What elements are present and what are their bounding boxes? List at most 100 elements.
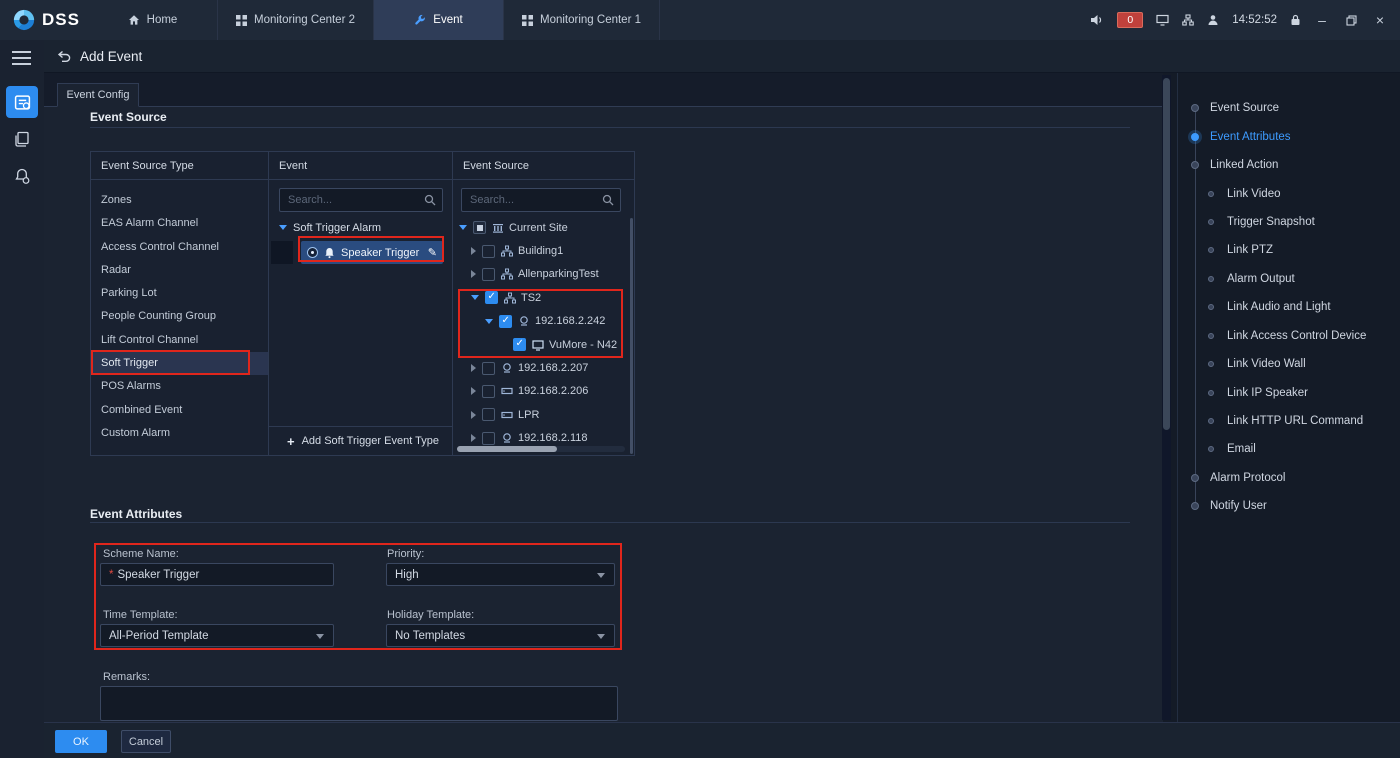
chevron-right-icon[interactable] [471,387,476,395]
type-item-eas-alarm-channel[interactable]: EAS Alarm Channel [91,212,268,235]
tab-monitoring-center-2[interactable]: Monitoring Center 2 [218,0,374,40]
chevron-right-icon[interactable] [471,270,476,278]
step-event-attributes[interactable]: Event Attributes [1178,122,1400,150]
step-event-source[interactable]: Event Source [1178,94,1400,122]
type-item-zones[interactable]: Zones [91,189,268,212]
tab-monitoring-center-1[interactable]: Monitoring Center 1 [504,0,660,40]
event-row-speaker-trigger[interactable]: Speaker Trigger ✎ [269,240,453,265]
checkbox-unchecked[interactable] [482,268,495,281]
checkbox-unchecked[interactable] [482,408,495,421]
step-notify-user[interactable]: Notify User [1178,492,1400,520]
chevron-down-icon[interactable] [485,319,493,324]
cancel-button[interactable]: Cancel [121,730,171,753]
checkbox-unchecked[interactable] [482,245,495,258]
step-trigger-snapshot[interactable]: Trigger Snapshot [1178,208,1400,236]
time-template-select[interactable]: All-Period Template [100,624,334,647]
type-item-radar[interactable]: Radar [91,259,268,282]
step-link-access-control-device[interactable]: Link Access Control Device [1178,322,1400,350]
speaker-icon[interactable] [1090,14,1104,26]
tree-horizontal-scrollbar[interactable] [457,446,625,452]
source-search-input[interactable] [462,194,602,206]
tree-node-allenparkingtest[interactable]: AllenparkingTest [453,263,629,286]
user-icon[interactable] [1207,14,1219,26]
step-linked-action[interactable]: Linked Action [1178,151,1400,179]
chevron-down-icon[interactable] [471,295,479,300]
step-link-ptz[interactable]: Link PTZ [1178,236,1400,264]
tree-node-vumore-n42[interactable]: VuMore - N42 [453,333,629,356]
close-button[interactable]: × [1372,12,1388,28]
checkbox-unchecked[interactable] [482,362,495,375]
back-icon[interactable] [57,50,71,63]
tree-node-192-168-2-206[interactable]: 192.168.2.206 [453,380,629,403]
menu-icon[interactable] [12,51,31,69]
tree-vertical-scrollbar[interactable] [630,218,633,454]
scheme-name-input[interactable]: * Speaker Trigger [100,563,334,586]
tree-group-soft-trigger-alarm[interactable]: Soft Trigger Alarm [269,216,452,239]
restore-button[interactable] [1343,15,1359,26]
chevron-right-icon[interactable] [471,364,476,372]
network-topology-icon[interactable] [1182,14,1194,26]
step-alarm-output[interactable]: Alarm Output [1178,265,1400,293]
step-link-video[interactable]: Link Video [1178,179,1400,207]
add-soft-trigger-event-type-button[interactable]: + Add Soft Trigger Event Type [269,426,452,455]
checkbox-unchecked[interactable] [482,432,495,445]
scheme-name-label: Scheme Name: [103,548,179,560]
type-item-people-counting-group[interactable]: People Counting Group [91,305,268,328]
client-monitor-icon[interactable] [1156,14,1169,26]
rail-item-alarm-config[interactable] [0,158,44,194]
scrollbar-thumb[interactable] [1163,78,1170,430]
tab-event-config[interactable]: Event Config [57,83,139,107]
tab-home[interactable]: Home [88,0,218,40]
step-link-audio-and-light[interactable]: Link Audio and Light [1178,293,1400,321]
step-link-http-url-command[interactable]: Link HTTP URL Command [1178,407,1400,435]
chevron-right-icon[interactable] [471,411,476,419]
minimize-button[interactable]: – [1314,12,1330,28]
tree-node-lpr[interactable]: LPR [453,403,629,426]
step-link-video-wall[interactable]: Link Video Wall [1178,350,1400,378]
selected-event-chip[interactable]: Speaker Trigger ✎ [301,241,443,264]
remarks-textarea[interactable] [100,686,618,721]
checkbox-checked[interactable] [513,338,526,351]
time-template-label: Time Template: [103,609,178,621]
event-search-input[interactable] [280,194,424,206]
holiday-template-select[interactable]: No Templates [386,624,615,647]
tree-node-192-168-2-207[interactable]: 192.168.2.207 [453,356,629,379]
rail-item-event-config[interactable] [0,84,44,120]
tree-node-current-site[interactable]: Current Site [453,216,629,239]
step-alarm-protocol[interactable]: Alarm Protocol [1178,464,1400,492]
ok-button[interactable]: OK [55,730,107,753]
org-site-icon [504,292,516,304]
type-item-parking-lot[interactable]: Parking Lot [91,282,268,305]
chevron-right-icon[interactable] [471,247,476,255]
tree-node-192-168-2-242[interactable]: 192.168.2.242 [453,310,629,333]
alarm-count-badge[interactable]: 0 [1117,12,1143,28]
checkbox-indeterminate[interactable] [473,221,486,234]
type-item-soft-trigger[interactable]: Soft Trigger [91,352,268,375]
scrollbar-thumb[interactable] [457,446,557,452]
type-item-pos-alarms[interactable]: POS Alarms [91,375,268,398]
event-search[interactable] [279,188,443,212]
priority-select[interactable]: High [386,563,615,586]
rail-item-records[interactable] [0,121,44,157]
source-search[interactable] [461,188,621,212]
chevron-down-icon[interactable] [459,225,467,230]
title-bar: Add Event [44,40,1400,73]
main-scrollbar[interactable] [1162,75,1171,720]
type-item-custom-alarm[interactable]: Custom Alarm [91,422,268,445]
radio-selected-icon[interactable] [307,247,318,258]
edit-pencil-icon[interactable]: ✎ [428,246,437,259]
step-email[interactable]: Email [1178,435,1400,463]
type-item-lift-control-channel[interactable]: Lift Control Channel [91,329,268,352]
step-link-ip-speaker[interactable]: Link IP Speaker [1178,378,1400,406]
tree-node-building1[interactable]: Building1 [453,239,629,262]
tree-node-ts2[interactable]: TS2 [453,286,629,309]
chevron-down-icon[interactable] [279,225,287,230]
checkbox-unchecked[interactable] [482,385,495,398]
checkbox-checked[interactable] [485,291,498,304]
chevron-right-icon[interactable] [471,434,476,442]
type-item-access-control-channel[interactable]: Access Control Channel [91,236,268,259]
tab-event[interactable]: Event [374,0,504,40]
type-item-combined-event[interactable]: Combined Event [91,399,268,422]
lock-icon[interactable] [1290,14,1301,26]
checkbox-checked[interactable] [499,315,512,328]
